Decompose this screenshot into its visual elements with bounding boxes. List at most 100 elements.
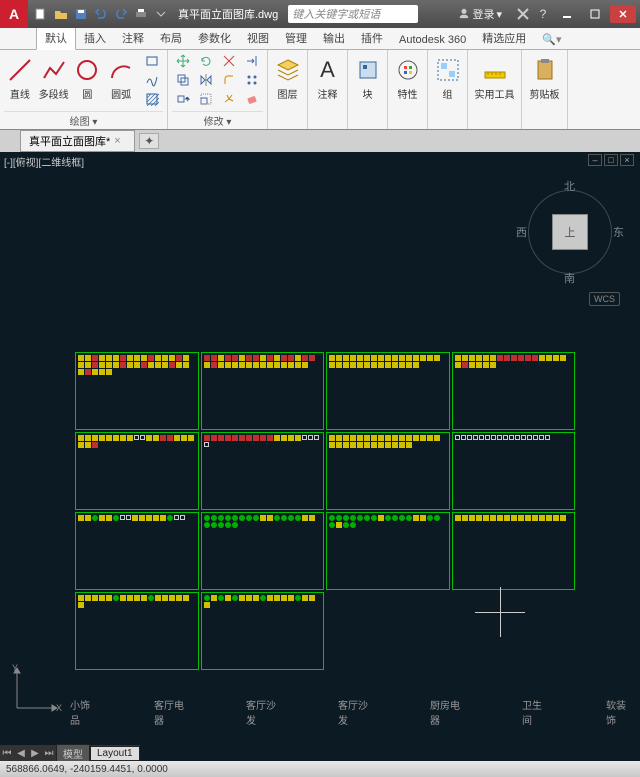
mirror-icon[interactable] — [195, 71, 217, 89]
utility-button[interactable]: 实用工具 — [472, 52, 517, 101]
new-icon[interactable] — [32, 5, 50, 23]
viewcube-face[interactable]: 上 — [552, 214, 588, 250]
wcs-label[interactable]: WCS — [589, 292, 620, 306]
block-button[interactable]: 块 — [352, 52, 383, 101]
tab-plugins[interactable]: 插件 — [353, 27, 391, 49]
viewcube-south[interactable]: 南 — [564, 270, 575, 286]
layer-button[interactable]: 图层 — [272, 52, 303, 101]
properties-button[interactable]: 特性 — [392, 52, 423, 101]
library-cell[interactable] — [326, 512, 450, 590]
tab-manage[interactable]: 管理 — [277, 27, 315, 49]
fillet-icon[interactable] — [218, 71, 240, 89]
layout-prev-icon[interactable]: ◀ — [14, 746, 28, 760]
tab-parametric[interactable]: 参数化 — [190, 27, 239, 49]
scale-icon[interactable] — [195, 90, 217, 108]
library-cell[interactable] — [75, 592, 199, 670]
category-label: 软装饰 — [606, 697, 630, 727]
open-icon[interactable] — [52, 5, 70, 23]
vp-maximize-icon[interactable]: □ — [604, 154, 618, 166]
layout-next-icon[interactable]: ▶ — [28, 746, 42, 760]
tab-search-icon[interactable]: 🔍▾ — [534, 30, 569, 49]
tab-default[interactable]: 默认 — [36, 26, 76, 50]
tab-a360[interactable]: Autodesk 360 — [391, 31, 474, 49]
copy-icon[interactable] — [172, 71, 194, 89]
polyline-button[interactable]: 多段线 — [38, 52, 70, 101]
tab-layout[interactable]: 布局 — [152, 27, 190, 49]
tab-view[interactable]: 视图 — [239, 27, 277, 49]
stretch-icon[interactable] — [172, 90, 194, 108]
rectangle-icon[interactable] — [141, 52, 163, 70]
save-icon[interactable] — [72, 5, 90, 23]
category-label: 客厅沙发 — [246, 697, 278, 727]
tab-annotate[interactable]: 注释 — [114, 27, 152, 49]
arc-button[interactable]: 圆弧 — [105, 52, 137, 101]
viewcube-east[interactable]: 东 — [613, 224, 624, 240]
library-cell[interactable] — [201, 432, 325, 510]
group-button[interactable]: 组 — [432, 52, 463, 101]
undo-icon[interactable] — [92, 5, 110, 23]
panel-label-modify[interactable]: 修改 ▾ — [172, 111, 263, 129]
library-cell[interactable] — [201, 352, 325, 430]
circle-button[interactable]: 圆 — [72, 52, 104, 101]
erase-icon[interactable] — [241, 90, 263, 108]
minimize-button[interactable] — [554, 5, 580, 23]
statusbar: 568866.0649, -240159.4451, 0.0000 — [0, 761, 640, 777]
layout1-tab[interactable]: Layout1 — [90, 746, 140, 761]
new-tab-button[interactable]: ✦ — [139, 133, 159, 149]
exchange-icon[interactable] — [514, 5, 532, 23]
library-cell[interactable] — [75, 432, 199, 510]
library-cell[interactable] — [452, 352, 576, 430]
trim-icon[interactable] — [218, 52, 240, 70]
library-cell[interactable] — [201, 592, 325, 670]
library-cell[interactable] — [452, 432, 576, 510]
tab-output[interactable]: 输出 — [315, 27, 353, 49]
window-title: 真平面立面图库.dwg — [178, 6, 278, 22]
array-icon[interactable] — [241, 71, 263, 89]
viewcube-west[interactable]: 西 — [516, 224, 527, 240]
library-cell[interactable] — [452, 512, 576, 590]
coords-readout: 568866.0649, -240159.4451, 0.0000 — [6, 764, 168, 775]
document-tab[interactable]: 真平面立面图库* × — [20, 130, 135, 152]
print-icon[interactable] — [132, 5, 150, 23]
viewcube-north[interactable]: 北 — [564, 178, 575, 194]
paste-button[interactable]: 剪贴板 — [526, 52, 563, 101]
explode-icon[interactable] — [218, 90, 240, 108]
panel-label-draw[interactable]: 绘图 ▾ — [4, 111, 163, 129]
spline-icon[interactable] — [141, 71, 163, 89]
login-area[interactable]: 登录 ▾ — [458, 6, 502, 22]
close-icon[interactable]: × — [114, 135, 126, 147]
panel-prop: 特性 . — [388, 50, 428, 129]
arc-icon — [107, 56, 135, 84]
text-button[interactable]: A注释 — [312, 52, 343, 101]
viewcube[interactable]: 上 北 南 西 东 — [520, 182, 620, 282]
library-cell[interactable] — [75, 352, 199, 430]
circle-icon — [73, 56, 101, 84]
help-icon[interactable]: ? — [534, 5, 552, 23]
hatch-icon[interactable] — [141, 90, 163, 108]
extend-icon[interactable] — [241, 52, 263, 70]
line-button[interactable]: 直线 — [4, 52, 36, 101]
help-search-input[interactable]: 键入关键字或短语 — [288, 5, 418, 23]
layout-first-icon[interactable]: ⏮ — [0, 746, 14, 760]
model-viewport[interactable]: [-][俯视][二维线框] – □ × 上 北 南 西 东 WCS Y — [0, 152, 640, 747]
line-icon — [6, 56, 34, 84]
tab-featured[interactable]: 精选应用 — [474, 27, 534, 49]
maximize-button[interactable] — [582, 5, 608, 23]
layout-last-icon[interactable]: ⏭ — [42, 746, 56, 760]
close-button[interactable] — [610, 5, 636, 23]
qat-dropdown-icon[interactable] — [152, 5, 170, 23]
vp-minimize-icon[interactable]: – — [588, 154, 602, 166]
library-cell[interactable] — [75, 512, 199, 590]
library-cell[interactable] — [201, 512, 325, 590]
app-logo[interactable]: A — [0, 0, 28, 28]
panel-utility: 实用工具 . — [468, 50, 522, 129]
redo-icon[interactable] — [112, 5, 130, 23]
model-tab[interactable]: 模型 — [56, 744, 90, 763]
rotate-icon[interactable] — [195, 52, 217, 70]
vp-close-icon[interactable]: × — [620, 154, 634, 166]
viewport-label[interactable]: [-][俯视][二维线框] — [4, 154, 84, 169]
library-cell[interactable] — [326, 352, 450, 430]
library-cell[interactable] — [326, 432, 450, 510]
move-icon[interactable] — [172, 52, 194, 70]
tab-insert[interactable]: 插入 — [76, 27, 114, 49]
